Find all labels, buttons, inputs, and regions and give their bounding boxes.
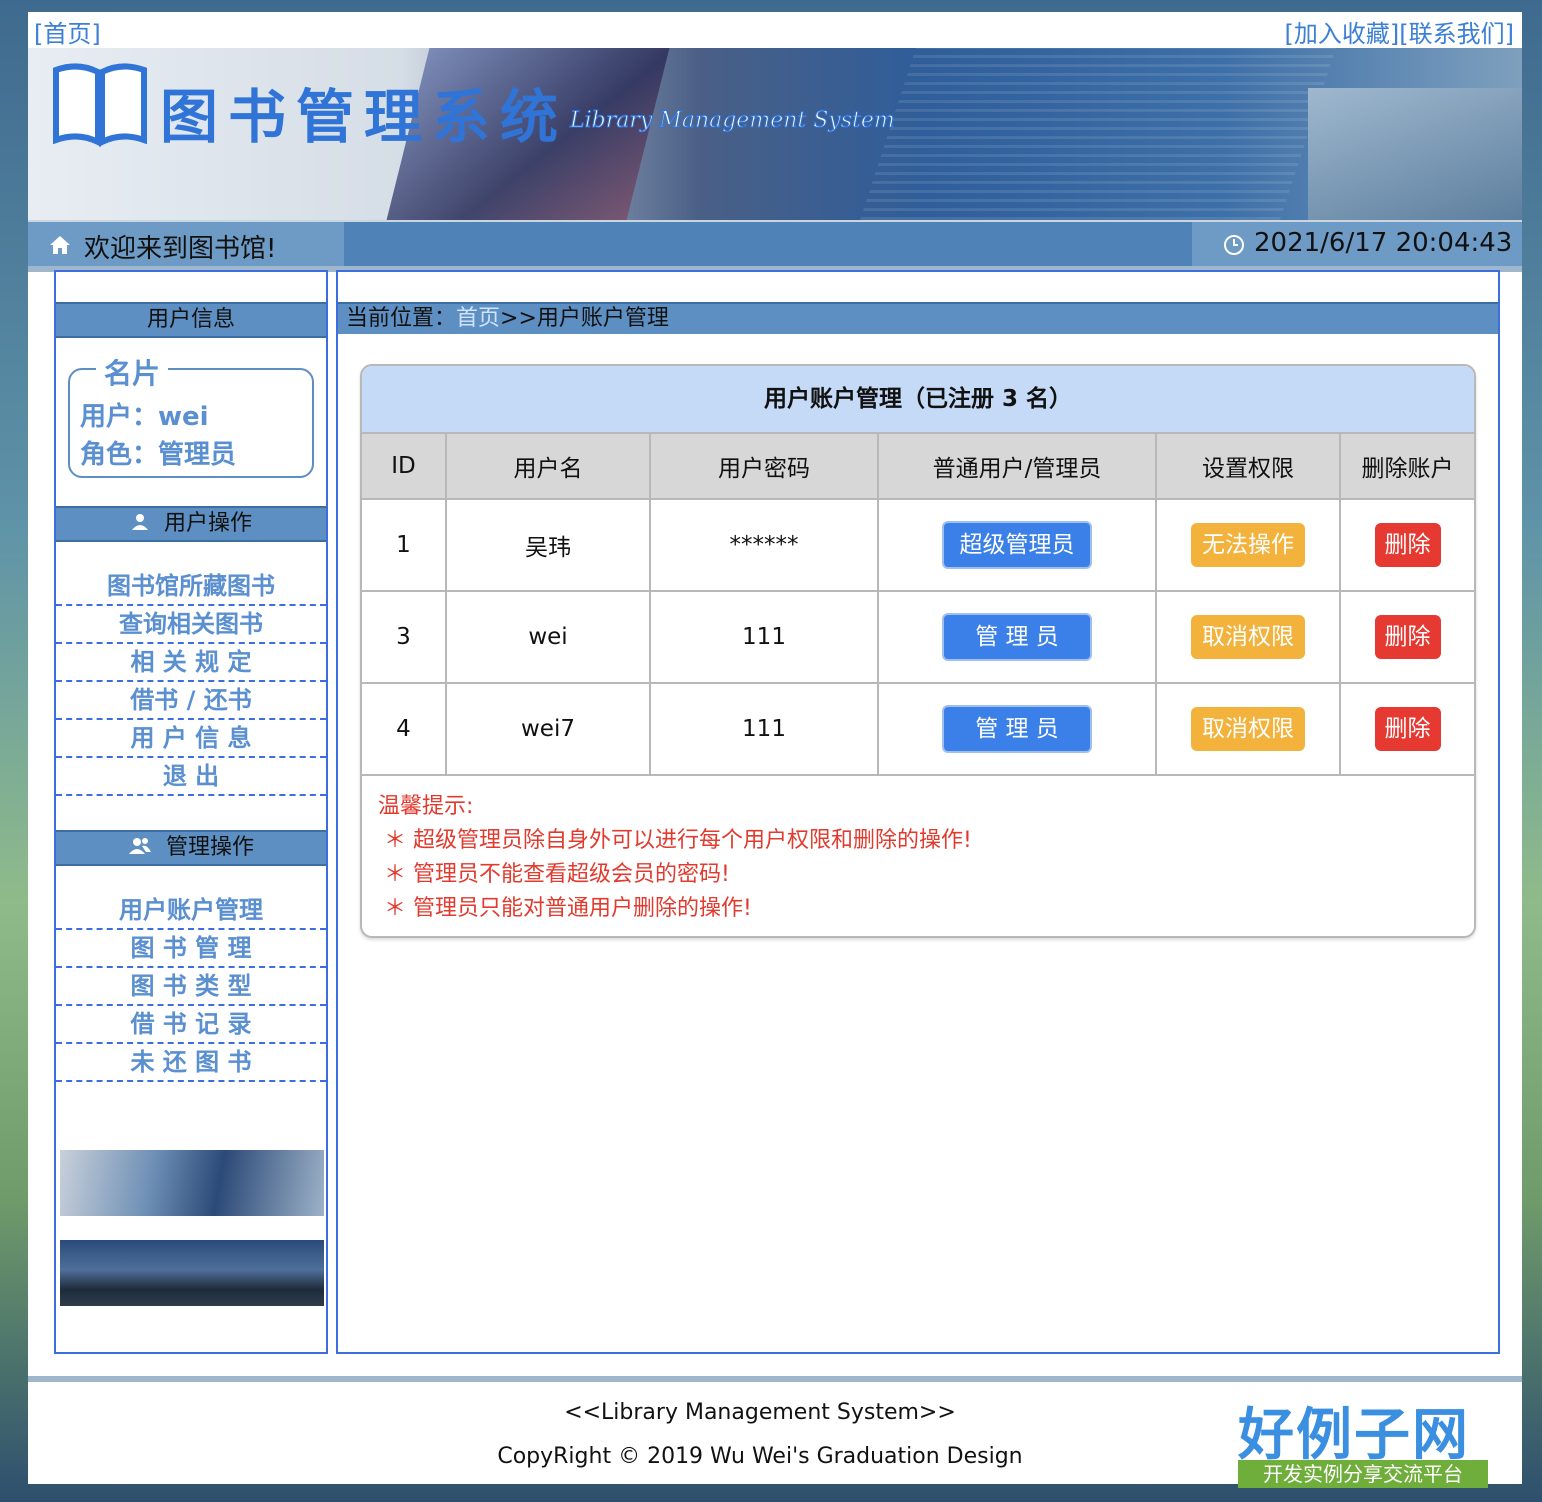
footer: <<Library Management System>> CopyRight … [28,1376,1522,1488]
home-link[interactable]: [首页] [34,14,101,49]
cell-password: ****** [649,498,879,592]
page: [首页] [加入收藏][联系我们] 图书管理系统 Library Managem… [28,12,1522,1488]
table-header-row: ID 用户名 用户密码 普通用户/管理员 设置权限 删除账户 [362,432,1474,500]
table-row: 1 吴玮 ****** 超级管理员 无法操作 删除 [362,498,1474,592]
col-permission: 设置权限 [1155,432,1341,500]
watermark-logo-subtitle: 开发实例分享交流平台 [1238,1460,1488,1488]
menu-book-types[interactable]: 图 书 类 型 [56,968,326,1006]
delete-button[interactable]: 删除 [1374,615,1441,659]
welcome-bar: 欢迎来到图书馆! 2021/6/17 20:04:43 [28,220,1522,272]
tips-title: 温馨提示: [378,794,474,819]
role-button[interactable]: 管 理 员 [942,705,1092,753]
breadcrumb-prefix: 当前位置： [346,306,457,331]
banner-subtitle: Library Management System [570,108,896,134]
sidebar-image-books [60,1150,324,1216]
tip-item: ＊ 管理员只能对普通用户删除的操作! [384,896,752,921]
menu-borrow-return[interactable]: 借书 / 还书 [56,682,326,720]
book-logo-icon [53,63,147,147]
cell-username: wei7 [445,682,651,776]
cell-id: 3 [362,590,447,684]
breadcrumb-home-link[interactable]: 首页 [456,306,500,331]
user-icon [131,514,148,530]
admin-ops-header: 管理操作 [56,830,326,866]
col-id: ID [362,432,447,500]
current-datetime: 2021/6/17 20:04:43 [1254,228,1513,258]
user-card: 名片 用户：wei 角色：管理员 [68,352,314,478]
tip-item: ＊ 管理员不能查看超级会员的密码! [384,862,730,887]
revoke-permission-button[interactable]: 取消权限 [1191,707,1305,751]
card-title: 名片 [96,352,169,392]
cell-username: 吴玮 [445,498,651,592]
menu-search-books[interactable]: 查询相关图书 [56,606,326,644]
contact-link[interactable]: [联系我们] [1399,20,1514,48]
account-panel: 用户账户管理（已注册 3 名） ID 用户名 用户密码 普通用户/管理员 设置权… [360,364,1476,938]
table-row: 4 wei7 111 管 理 员 取消权限 删除 [362,682,1474,776]
sidebar: 用户信息 名片 用户：wei 角色：管理员 用户操作 图书馆所藏图书 查询相关图… [54,270,328,1354]
breadcrumb: 当前位置：首页>>用户账户管理 [338,302,1498,334]
user-info-header: 用户信息 [56,302,326,338]
banner-title: 图书管理系统 [160,83,569,151]
breadcrumb-current: >>用户账户管理 [500,306,669,331]
delete-button[interactable]: 删除 [1374,707,1441,751]
menu-borrow-records[interactable]: 借 书 记 录 [56,1006,326,1044]
banner: 图书管理系统 Library Management System [28,48,1522,220]
sidebar-image-building [60,1240,324,1306]
permission-button[interactable]: 无法操作 [1191,523,1305,567]
menu-account-management[interactable]: 用户账户管理 [56,892,326,930]
menu-unreturned-books[interactable]: 未 还 图 书 [56,1044,326,1082]
user-ops-header: 用户操作 [56,506,326,542]
role-button[interactable]: 管 理 员 [942,613,1092,661]
watermark-logo: 好例子网 [1238,1402,1470,1468]
cell-id: 4 [362,682,447,776]
col-delete: 删除账户 [1339,432,1474,500]
admin-ops-header-label: 管理操作 [165,835,254,860]
top-right-links: [加入收藏][联系我们] [1285,14,1514,49]
revoke-permission-button[interactable]: 取消权限 [1191,615,1305,659]
panel-title: 用户账户管理（已注册 3 名） [362,366,1474,432]
cell-password: 111 [649,682,879,776]
cell-password: 111 [649,590,879,684]
users-table: ID 用户名 用户密码 普通用户/管理员 设置权限 删除账户 1 吴玮 ****… [362,432,1474,776]
add-favorite-link[interactable]: [加入收藏] [1285,20,1400,48]
card-user: 用户：wei [80,402,209,432]
users-icon [128,838,151,854]
delete-button[interactable]: 删除 [1374,523,1441,567]
tip-item: ＊ 超级管理员除自身外可以进行每个用户权限和删除的操作! [384,828,972,853]
banner-decoration [860,48,1336,220]
user-ops-header-label: 用户操作 [163,511,252,536]
menu-book-management[interactable]: 图 书 管 理 [56,930,326,968]
role-button[interactable]: 超级管理员 [942,521,1092,569]
main-content: 当前位置：首页>>用户账户管理 用户账户管理（已注册 3 名） ID 用户名 用… [336,270,1500,1354]
house-icon [50,236,70,254]
welcome-text: 欢迎来到图书馆! [84,234,277,264]
clock-icon [1224,235,1244,255]
menu-user-info[interactable]: 用 户 信 息 [56,720,326,758]
cell-username: wei [445,590,651,684]
menu-library-books[interactable]: 图书馆所藏图书 [56,568,326,606]
col-role: 普通用户/管理员 [877,432,1157,500]
col-username: 用户名 [445,432,651,500]
cell-id: 1 [362,498,447,592]
card-role: 角色：管理员 [80,440,237,470]
tips: 温馨提示: ＊ 超级管理员除自身外可以进行每个用户权限和删除的操作! ＊ 管理员… [378,790,972,926]
banner-decoration [1308,88,1522,220]
col-password: 用户密码 [649,432,879,500]
menu-logout[interactable]: 退 出 [56,758,326,796]
top-links: [首页] [加入收藏][联系我们] [28,12,1522,48]
table-row: 3 wei 111 管 理 员 取消权限 删除 [362,590,1474,684]
menu-rules[interactable]: 相 关 规 定 [56,644,326,682]
